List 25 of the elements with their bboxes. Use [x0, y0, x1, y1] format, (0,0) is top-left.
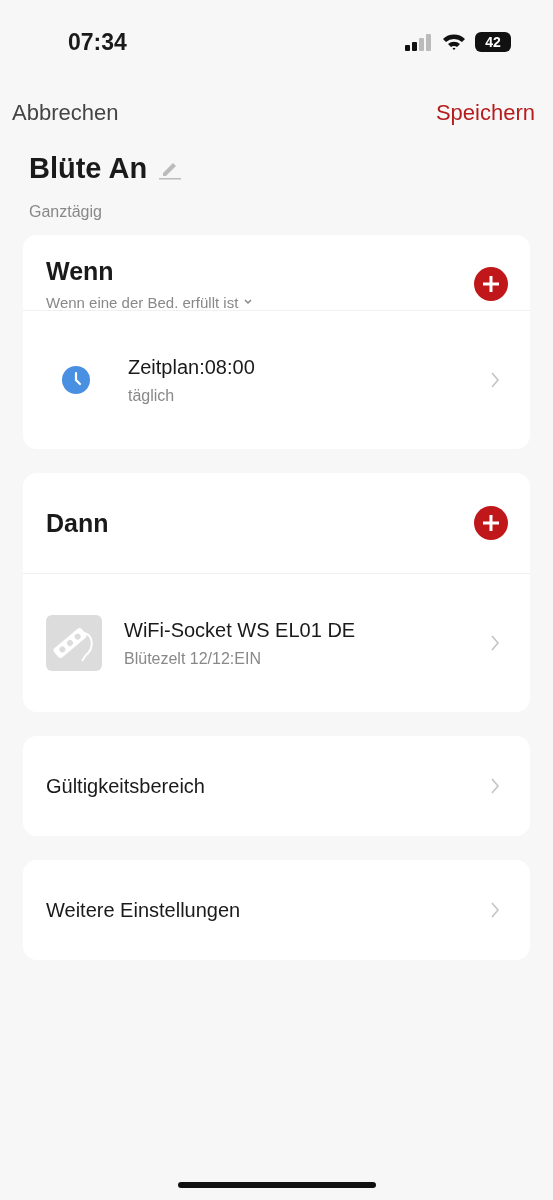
settings-row[interactable]: Weitere Einstellungen — [23, 860, 530, 960]
save-button[interactable]: Speichern — [435, 100, 535, 126]
section-title: Dann — [46, 508, 109, 538]
item-subtitle: täglich — [128, 386, 176, 405]
status-time: 07:34 — [68, 28, 127, 56]
battery-level: 42 — [475, 32, 511, 52]
item-subtitle: Blütezelt 12/12:EIN — [124, 649, 262, 668]
cancel-button[interactable]: Abbrechen — [12, 100, 119, 126]
add-icon[interactable] — [474, 266, 508, 301]
item-title[interactable]: WiFi-Socket WS EL01 DE — [124, 618, 490, 642]
chevron-right-icon — [490, 901, 500, 919]
section-title: Wenn — [46, 256, 115, 286]
chevron-right-icon — [490, 371, 500, 389]
wifi-icon — [442, 33, 466, 51]
power-strip-icon — [46, 615, 102, 671]
chevron-right-icon — [490, 634, 500, 652]
signal-icon — [405, 33, 433, 51]
caret-icon[interactable] — [244, 299, 253, 305]
scene-title: Blüte An — [29, 152, 148, 185]
condition-selector[interactable]: Wenn eine der Bed. erfüllt ist — [46, 293, 239, 311]
chevron-right-icon — [490, 777, 500, 795]
settings-row[interactable]: Gültigkeitsbereich — [23, 736, 530, 836]
scene-subtitle: Ganztägig — [29, 203, 103, 221]
item-title[interactable]: Zeitplan:08:00 — [128, 355, 490, 379]
add-icon[interactable] — [474, 506, 508, 540]
